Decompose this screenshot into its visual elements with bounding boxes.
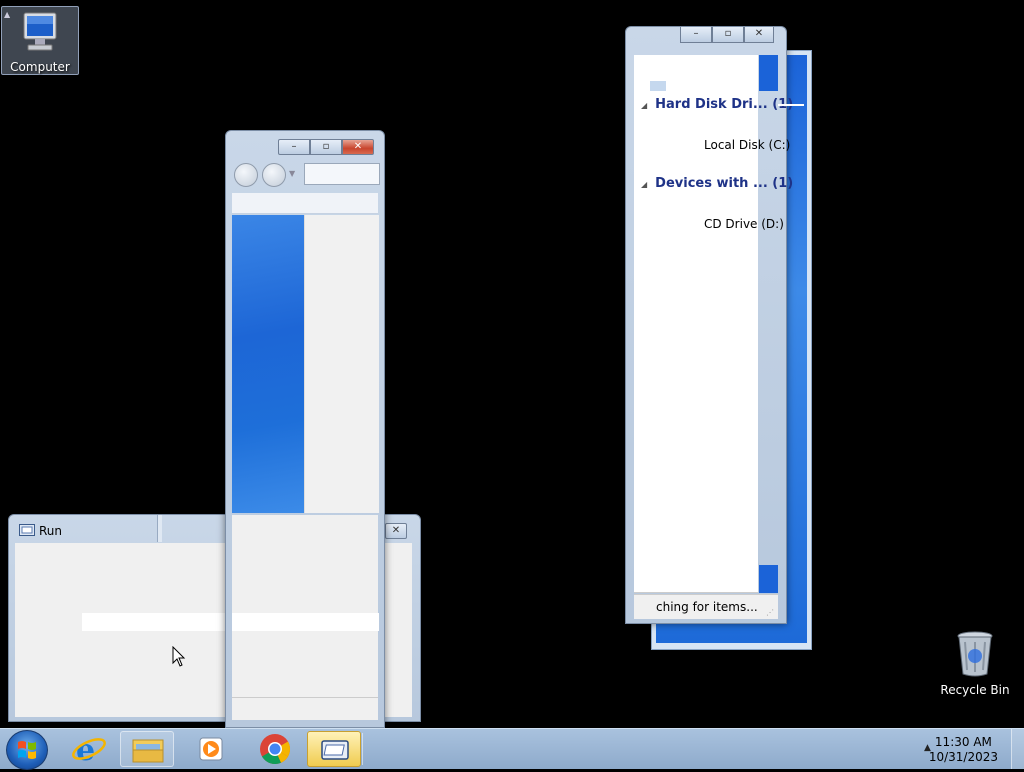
toolbar-strip: [232, 193, 378, 214]
run-dialog-title: Run: [39, 524, 63, 538]
lower-pane: [232, 515, 378, 697]
resize-grip-icon[interactable]: ⋰: [766, 608, 774, 617]
drive-item-local-disk[interactable]: Local Disk (C:): [704, 138, 790, 152]
run-close-button[interactable]: ✕: [385, 523, 407, 539]
recycle-bin-desktop-icon[interactable]: Recycle Bin: [937, 630, 1013, 697]
taskbar-chrome[interactable]: [248, 731, 302, 767]
internet-explorer-icon: e: [72, 733, 106, 768]
content-pane: [304, 215, 379, 513]
media-player-icon: [199, 737, 223, 761]
maximize-button[interactable]: ▫: [310, 139, 342, 155]
forward-button[interactable]: [262, 163, 286, 187]
minimize-button[interactable]: –: [680, 27, 712, 43]
svg-text:e: e: [76, 733, 95, 767]
start-button[interactable]: [6, 730, 48, 770]
scroll-up-arrow[interactable]: ▲: [4, 10, 10, 19]
blue-side-strip: [759, 55, 778, 91]
run-icon: [19, 524, 35, 536]
drive-item-cd-drive[interactable]: CD Drive (D:): [704, 217, 784, 231]
history-dropdown-icon[interactable]: ▼: [289, 169, 295, 178]
clock-time: 11:30 AM: [934, 735, 992, 749]
collapse-triangle-icon[interactable]: ◢: [641, 101, 647, 110]
close-button[interactable]: ✕: [342, 139, 374, 155]
chrome-icon: [260, 734, 291, 765]
taskbar-windows-explorer[interactable]: [120, 731, 174, 767]
group-header-label: Hard Disk Dri... (1): [655, 97, 794, 112]
run-input-field-right[interactable]: [232, 613, 379, 631]
group-header-label: Devices with ... (1): [655, 176, 794, 191]
status-bar: [232, 697, 378, 720]
run-taskbar-icon: [321, 740, 349, 760]
computer-icon: [23, 12, 57, 51]
address-bar-fragment: [650, 81, 666, 91]
taskbar-media-player[interactable]: [184, 731, 238, 767]
clock[interactable]: 11:30 AM 10/31/2023: [929, 735, 998, 765]
clock-date: 10/31/2023: [928, 750, 998, 764]
windows-logo-icon: [18, 741, 36, 759]
computer-icon-label: Computer: [10, 60, 70, 74]
back-button[interactable]: [234, 163, 258, 187]
navigation-pane-blue: [232, 215, 304, 513]
taskbar-internet-explorer[interactable]: e: [62, 731, 116, 768]
group-divider: [778, 104, 804, 106]
recycle-bin-label: Recycle Bin: [940, 683, 1010, 697]
folder-icon: [132, 739, 164, 763]
title-separator: [157, 515, 162, 542]
taskbar-run-dialog[interactable]: [307, 731, 361, 767]
status-bar: ching for items... ⋰: [634, 594, 778, 619]
recycle-bin-icon: [957, 631, 993, 677]
explorer-window-narrow[interactable]: – ▫ ✕ ▼: [225, 130, 385, 728]
show-desktop-button[interactable]: [1011, 729, 1024, 769]
group-header-devices[interactable]: ◢ Devices with ... (1): [641, 176, 793, 191]
content-separator: [634, 592, 758, 593]
close-button[interactable]: ✕: [744, 27, 774, 43]
address-bar[interactable]: [304, 163, 380, 185]
maximize-button[interactable]: ▫: [712, 27, 744, 43]
explorer-window-computer[interactable]: – ▫ ✕ ching for items... ⋰: [625, 26, 787, 624]
computer-desktop-icon[interactable]: Computer: [1, 6, 79, 75]
explorer-content-pane: [634, 55, 758, 593]
group-header-hard-disk[interactable]: ◢ Hard Disk Dri... (1): [641, 97, 793, 112]
mouse-cursor-icon: [172, 646, 186, 667]
taskbar-divider: [362, 733, 363, 765]
minimize-button[interactable]: –: [278, 139, 310, 155]
collapse-triangle-icon[interactable]: ◢: [641, 180, 647, 189]
status-text: ching for items...: [656, 600, 758, 614]
taskbar: e ▲ 11:30 AM 10/31/2023: [0, 728, 1024, 770]
blue-side-strip-lower: [759, 565, 778, 593]
